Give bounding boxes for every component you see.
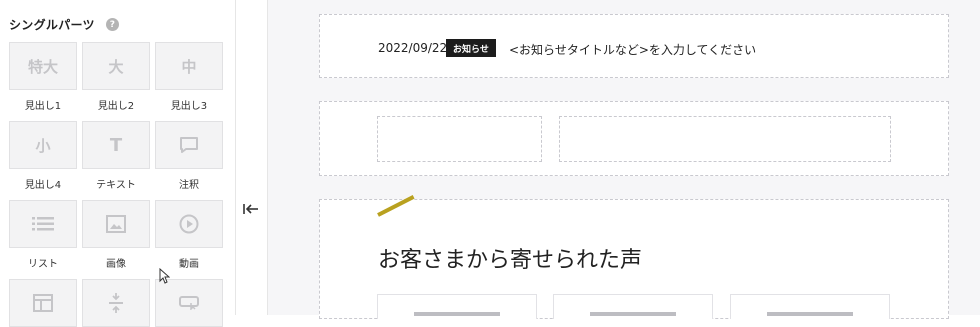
heading-l-icon: 大	[82, 42, 150, 90]
column-box-left[interactable]	[377, 116, 542, 162]
list-icon	[9, 200, 77, 248]
part-annotation[interactable]: 注釈	[155, 121, 223, 191]
part-label: 画像	[106, 259, 126, 270]
spacer-icon	[82, 279, 150, 327]
part-spacer[interactable]	[82, 279, 150, 327]
news-date: 2022/09/22	[378, 41, 448, 55]
collapse-column	[236, 0, 266, 315]
voice-card[interactable]	[553, 294, 713, 319]
part-label: 見出し3	[170, 101, 208, 112]
card-placeholder-bar	[590, 312, 676, 316]
news-badge: お知らせ	[446, 39, 496, 57]
heading-s-icon: 小	[9, 121, 77, 169]
text-icon: T	[82, 121, 150, 169]
sidebar-header: シングルパーツ ?	[9, 16, 119, 33]
part-label: テキスト	[96, 180, 136, 191]
image-icon	[82, 200, 150, 248]
part-table[interactable]	[9, 279, 77, 327]
part-label: 見出し2	[97, 101, 135, 112]
card-placeholder-bar	[414, 312, 500, 316]
video-icon	[155, 200, 223, 248]
part-heading4[interactable]: 小 見出し4	[9, 121, 77, 191]
voice-card[interactable]	[377, 294, 537, 319]
voice-card[interactable]	[730, 294, 890, 319]
part-label: 見出し1	[24, 101, 62, 112]
annotation-icon	[155, 121, 223, 169]
heading-xl-icon: 特大	[9, 42, 77, 90]
part-image[interactable]: 画像	[82, 200, 150, 270]
part-text[interactable]: T テキスト	[82, 121, 150, 191]
sidebar-title: シングルパーツ	[9, 18, 95, 32]
card-placeholder-bar	[767, 312, 853, 316]
part-list[interactable]: リスト	[9, 200, 77, 270]
customer-voice-heading: お客さまから寄せられた声	[378, 248, 643, 273]
parts-sidebar: シングルパーツ ? 特大 見出し1 大 見出し2 中 見出し3 小 見出し4 T…	[0, 0, 236, 327]
part-heading2[interactable]: 大 見出し2	[82, 42, 150, 112]
part-label: 見出し4	[24, 180, 62, 191]
part-label: 注釈	[179, 180, 199, 191]
news-title-input[interactable]: <お知らせタイトルなど>を入力してください	[509, 41, 756, 58]
column-box-right[interactable]	[559, 116, 891, 162]
table-icon	[9, 279, 77, 327]
part-heading3[interactable]: 中 見出し3	[155, 42, 223, 112]
part-label: リスト	[28, 259, 58, 270]
heading-m-icon: 中	[155, 42, 223, 90]
question-circle-icon[interactable]: ?	[105, 18, 119, 31]
mouse-cursor-icon	[159, 267, 171, 288]
part-video[interactable]: 動画	[155, 200, 223, 270]
collapse-left-icon[interactable]	[243, 203, 259, 219]
part-heading1[interactable]: 特大 見出し1	[9, 42, 77, 112]
